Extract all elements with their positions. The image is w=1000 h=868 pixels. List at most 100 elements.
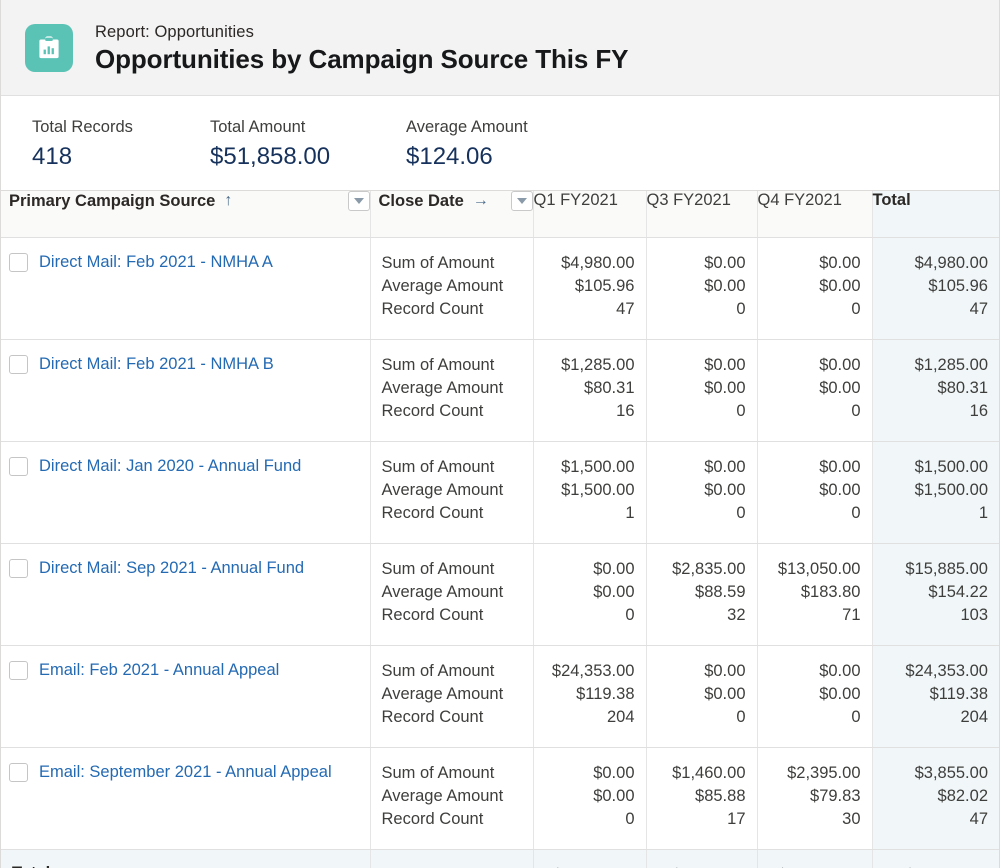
- value-sum: $0.00: [766, 456, 861, 479]
- cell-q3: $0.00 $0.00 0: [646, 237, 757, 339]
- measure-label-average: Average Amount: [382, 683, 533, 706]
- measure-labels-cell: Sum of Amount Average Amount Record Coun…: [370, 543, 533, 645]
- table-row: Direct Mail: Feb 2021 - NMHA B Sum of Am…: [1, 339, 999, 441]
- value-count: 47: [881, 808, 989, 831]
- value-sum: $51,858.00: [881, 864, 989, 868]
- table-header: Primary Campaign Source ↑ Close Date →: [1, 191, 999, 237]
- row-select-checkbox[interactable]: [9, 661, 28, 680]
- value-count: 30: [766, 808, 861, 831]
- value-count: 0: [542, 808, 635, 831]
- measure-labels-cell: Sum of Amount Average Amount Record Coun…: [370, 747, 533, 849]
- report-clipboard-chart-icon: [25, 24, 73, 72]
- measure-label-record-count: Record Count: [382, 298, 533, 321]
- stat-total-amount: Total Amount $51,858.00: [210, 116, 370, 171]
- value-average: $0.00: [766, 275, 861, 298]
- value-sum: $0.00: [655, 252, 746, 275]
- campaign-source-link[interactable]: Email: September 2021 - Annual Appeal: [39, 762, 332, 783]
- column-menu-button-close-date[interactable]: [511, 191, 533, 211]
- measure-labels-cell: Sum of Amount Average Amount Record Coun…: [370, 849, 533, 868]
- measure-label-average: Average Amount: [382, 275, 533, 298]
- value-count: 0: [655, 298, 746, 321]
- cell-q4: $0.00 $0.00 0: [757, 645, 872, 747]
- column-header-label: Close Date: [379, 192, 464, 211]
- column-menu-button-primary-campaign-source[interactable]: [348, 191, 370, 211]
- value-sum: $15,885.00: [881, 558, 989, 581]
- cell-q4: $13,050.00 $183.80 71: [757, 543, 872, 645]
- value-sum: $1,285.00: [542, 354, 635, 377]
- column-header-total[interactable]: Total: [872, 191, 999, 237]
- row-select-checkbox[interactable]: [9, 763, 28, 782]
- value-count: 0: [766, 502, 861, 525]
- row-select-checkbox[interactable]: [9, 355, 28, 374]
- column-header-q4-fy2021[interactable]: Q4 FY2021: [757, 191, 872, 237]
- value-count: 16: [881, 400, 989, 423]
- value-average: $154.22: [881, 581, 989, 604]
- value-average: $105.96: [542, 275, 635, 298]
- column-header-q1-fy2021[interactable]: Q1 FY2021: [533, 191, 646, 237]
- value-count: 16: [542, 400, 635, 423]
- value-sum: $2,395.00: [766, 762, 861, 785]
- measure-label-average: Average Amount: [382, 581, 533, 604]
- column-header-primary-campaign-source[interactable]: Primary Campaign Source ↑: [1, 191, 370, 237]
- campaign-source-link[interactable]: Direct Mail: Feb 2021 - NMHA B: [39, 354, 274, 375]
- measure-label-record-count: Record Count: [382, 808, 533, 831]
- measure-labels-cell: Sum of Amount Average Amount Record Coun…: [370, 237, 533, 339]
- measure-labels-cell: Sum of Amount Average Amount Record Coun…: [370, 645, 533, 747]
- row-select-checkbox[interactable]: [9, 253, 28, 272]
- cell-q1: $1,285.00 $80.31 16: [533, 339, 646, 441]
- value-average: $0.00: [655, 275, 746, 298]
- cell-q3: $0.00 $0.00 0: [646, 645, 757, 747]
- value-sum: $24,353.00: [542, 660, 635, 683]
- campaign-source-link[interactable]: Direct Mail: Jan 2020 - Annual Fund: [39, 456, 301, 477]
- cell-q1: $0.00 $0.00 0: [533, 543, 646, 645]
- table-body: Direct Mail: Feb 2021 - NMHA A Sum of Am…: [1, 237, 999, 868]
- measure-label-sum: Sum of Amount: [382, 558, 533, 581]
- measure-label-sum: Sum of Amount: [382, 762, 533, 785]
- row-grouping-cell: Email: Feb 2021 - Annual Appeal: [1, 645, 370, 747]
- grand-total-cell-q3: $4,295.00 $87.65 49: [646, 849, 757, 868]
- table-row: Direct Mail: Sep 2021 - Annual Fund Sum …: [1, 543, 999, 645]
- campaign-source-link[interactable]: Email: Feb 2021 - Annual Appeal: [39, 660, 279, 681]
- stat-value: 418: [32, 143, 174, 171]
- value-average: $119.38: [881, 683, 989, 706]
- column-header-close-date[interactable]: Close Date →: [370, 191, 533, 237]
- value-count: 0: [766, 400, 861, 423]
- stat-total-records: Total Records 418: [32, 116, 174, 171]
- row-select-checkbox[interactable]: [9, 457, 28, 476]
- report-type-label: Report: Opportunities: [95, 21, 628, 43]
- chevron-down-icon: [354, 198, 364, 204]
- value-count: 0: [766, 706, 861, 729]
- row-grouping-cell: Direct Mail: Sep 2021 - Annual Fund: [1, 543, 370, 645]
- campaign-source-link[interactable]: Direct Mail: Feb 2021 - NMHA A: [39, 252, 273, 273]
- value-sum: $3,855.00: [881, 762, 989, 785]
- campaign-source-link[interactable]: Direct Mail: Sep 2021 - Annual Fund: [39, 558, 304, 579]
- header-row: Primary Campaign Source ↑ Close Date →: [1, 191, 999, 237]
- value-average: $1,500.00: [881, 479, 989, 502]
- column-header-q3-fy2021[interactable]: Q3 FY2021: [646, 191, 757, 237]
- cell-q4: $2,395.00 $79.83 30: [757, 747, 872, 849]
- cell-q1: $1,500.00 $1,500.00 1: [533, 441, 646, 543]
- cell-q3: $0.00 $0.00 0: [646, 441, 757, 543]
- value-sum: $0.00: [542, 762, 635, 785]
- value-count: 47: [542, 298, 635, 321]
- value-count: 71: [766, 604, 861, 627]
- measure-label-average: Average Amount: [382, 785, 533, 808]
- value-average: $80.31: [542, 377, 635, 400]
- value-sum: $1,500.00: [881, 456, 989, 479]
- value-count: 47: [881, 298, 989, 321]
- table-row: Direct Mail: Jan 2020 - Annual Fund Sum …: [1, 441, 999, 543]
- cell-q3: $0.00 $0.00 0: [646, 339, 757, 441]
- measure-label-sum: Sum of Amount: [382, 660, 533, 683]
- value-count: 0: [655, 706, 746, 729]
- row-select-checkbox[interactable]: [9, 559, 28, 578]
- row-grouping-cell: Direct Mail: Jan 2020 - Annual Fund: [1, 441, 370, 543]
- cell-q4: $0.00 $0.00 0: [757, 441, 872, 543]
- value-sum: $4,980.00: [542, 252, 635, 275]
- cell-q1: $24,353.00 $119.38 204: [533, 645, 646, 747]
- cell-q3: $2,835.00 $88.59 32: [646, 543, 757, 645]
- report-page: Report: Opportunities Opportunities by C…: [0, 0, 1000, 868]
- grand-total-cell-total: $51,858.00 $124.06 418: [872, 849, 999, 868]
- value-average: $119.38: [542, 683, 635, 706]
- value-average: $0.00: [542, 581, 635, 604]
- measure-label-record-count: Record Count: [382, 400, 533, 423]
